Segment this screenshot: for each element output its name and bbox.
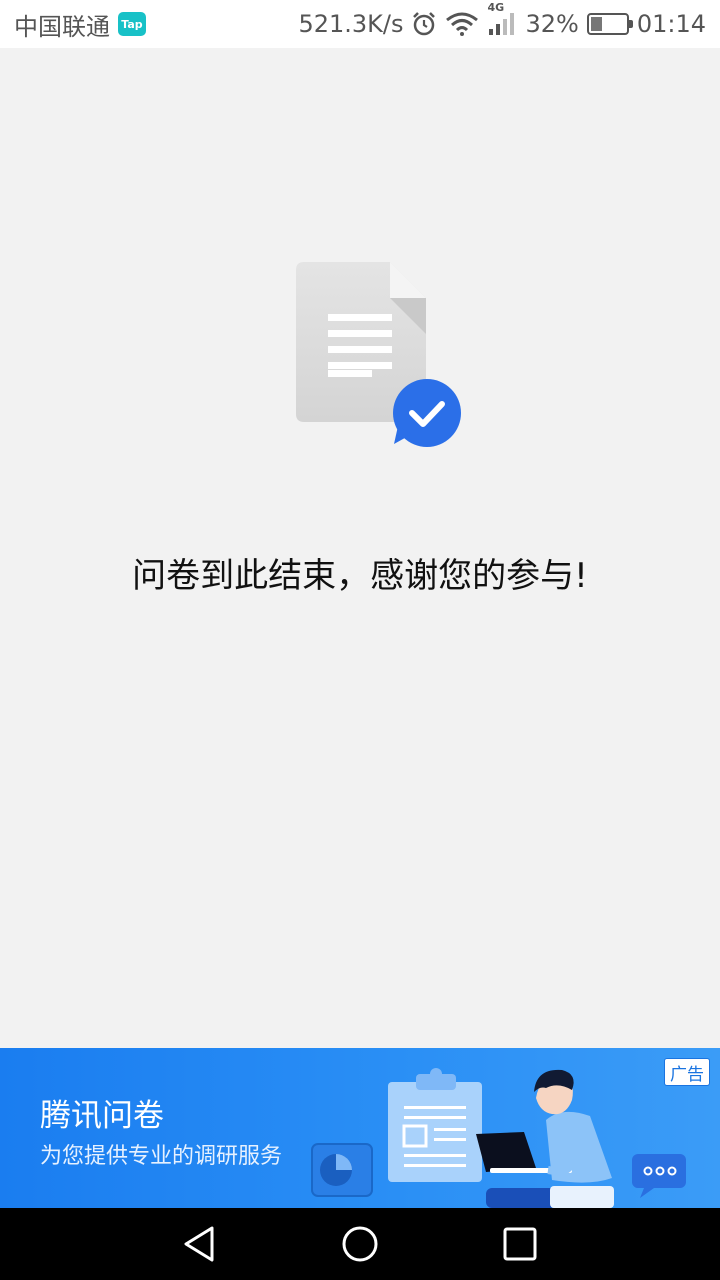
wifi-icon [445, 12, 479, 36]
recent-apps-icon[interactable] [500, 1224, 540, 1264]
signal-icon: 4G [487, 1, 517, 37]
clock: 01:14 [636, 10, 706, 38]
battery-percent: 32% [525, 10, 579, 38]
ad-banner[interactable]: 腾讯问卷 为您提供专业的调研服务 广告 [0, 1048, 720, 1208]
ad-illustration [300, 1048, 700, 1208]
carrier-label: 中国联通 [14, 12, 110, 41]
navigation-bar [0, 1208, 720, 1280]
ad-label-badge: 广告 [664, 1058, 710, 1086]
survey-end-message: 问卷到此结束，感谢您的参与! [132, 556, 588, 596]
ad-subtitle: 为您提供专业的调研服务 [40, 1144, 283, 1169]
status-left: 中国联通 Tap [14, 7, 146, 42]
battery-icon [586, 13, 633, 35]
status-right: 521.3K/s 4G 32% 01:14 [290, 1, 706, 38]
alarm-icon [411, 11, 437, 37]
tap-app-icon: Tap [118, 12, 146, 36]
document-check-icon [290, 258, 470, 462]
net-speed: 521.3K/s [298, 10, 404, 38]
ad-title: 腾讯问卷 [40, 1098, 164, 1134]
status-bar: 中国联通 Tap 521.3K/s 4G 32% 01:14 [0, 0, 720, 48]
home-icon[interactable] [340, 1224, 380, 1264]
battery-level [590, 17, 602, 31]
back-icon[interactable] [180, 1224, 220, 1264]
network-type: 4G [487, 1, 505, 14]
